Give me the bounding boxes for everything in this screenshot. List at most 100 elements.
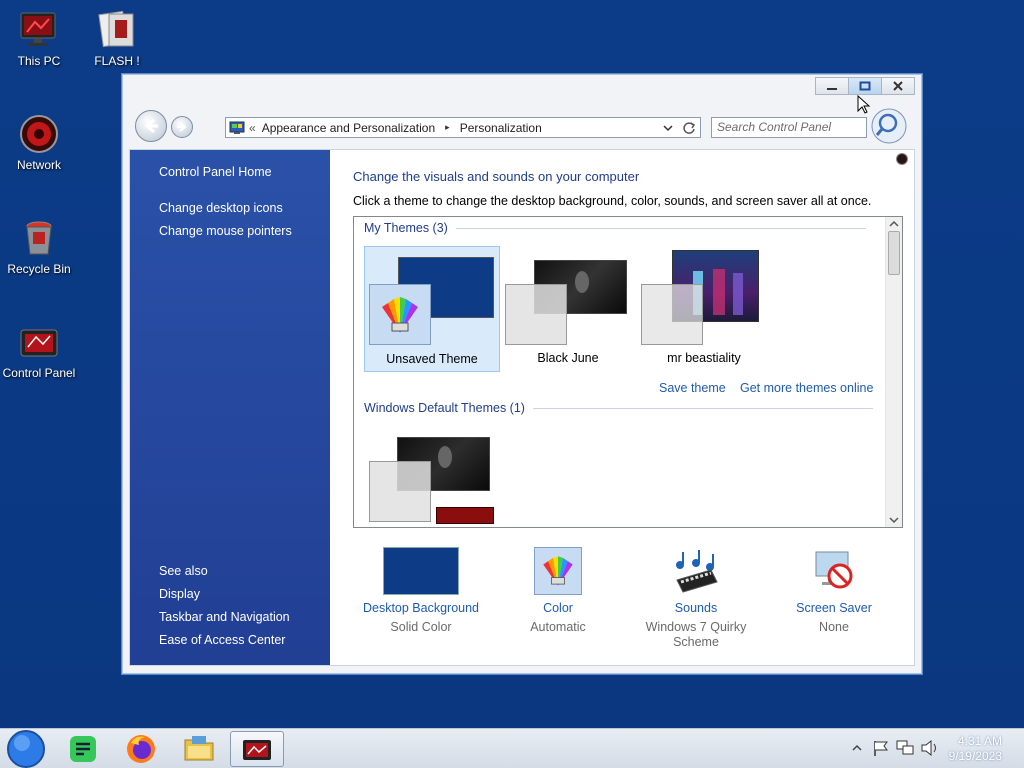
breadcrumb-appearance[interactable]: Appearance and Personalization: [262, 121, 435, 135]
computer-icon: [19, 10, 59, 50]
sidebar-link-change-mouse-pointers[interactable]: Change mouse pointers: [159, 224, 292, 238]
page-title: Change the visuals and sounds on your co…: [353, 169, 640, 184]
breadcrumb-separator[interactable]: ▸: [445, 122, 450, 133]
scroll-up-icon[interactable]: [886, 219, 902, 229]
volume-icon[interactable]: [920, 739, 940, 757]
my-themes-label: My Themes (3): [364, 221, 448, 235]
my-themes-header[interactable]: My Themes (3): [364, 221, 866, 235]
desktop-icon-recycle-bin[interactable]: Recycle Bin: [0, 218, 78, 276]
theme-mr-beastiality[interactable]: mr beastiality: [636, 246, 772, 372]
network-tray-icon[interactable]: [896, 739, 914, 757]
color-link[interactable]: Color: [488, 601, 628, 615]
sidebar-link-display[interactable]: Display: [159, 587, 200, 601]
get-more-themes-link[interactable]: Get more themes online: [740, 381, 873, 395]
desktop-icon-label: This PC: [17, 54, 61, 68]
firefox-icon: [127, 735, 155, 763]
sidebar-link-taskbar-navigation[interactable]: Taskbar and Navigation: [159, 610, 290, 624]
back-arrow-icon: [144, 118, 158, 134]
start-orb-icon: [7, 730, 45, 768]
breadcrumb-personalization[interactable]: Personalization: [460, 121, 542, 135]
help-icon[interactable]: [896, 153, 908, 165]
desktop-icon-control-panel[interactable]: Control Panel: [0, 322, 78, 380]
desktop-icon-this-pc[interactable]: This PC: [0, 10, 78, 68]
themes-scrollbar[interactable]: [885, 217, 902, 527]
sounds-icon: [670, 547, 722, 595]
folder-icon: [184, 736, 214, 761]
color-value: Automatic: [530, 620, 586, 634]
close-button[interactable]: [881, 77, 915, 95]
scroll-down-icon[interactable]: [886, 515, 902, 525]
sounds-item[interactable]: Sounds Windows 7 Quirky Scheme: [626, 547, 766, 650]
sidebar-link-change-desktop-icons[interactable]: Change desktop icons: [159, 201, 283, 215]
back-button[interactable]: [135, 110, 167, 142]
scrollbar-thumb[interactable]: [888, 231, 900, 275]
themes-list: My Themes (3) Unsaved Theme Black June m…: [353, 216, 903, 528]
action-center-flag-icon[interactable]: [872, 739, 890, 757]
search-icon: [871, 108, 907, 144]
color-item[interactable]: Color Automatic: [488, 547, 628, 635]
screen-saver-value: None: [819, 620, 849, 634]
desktop-background-link[interactable]: Desktop Background: [351, 601, 491, 615]
start-button[interactable]: [6, 729, 46, 768]
personalization-window: « Appearance and Personalization ▸ Perso…: [122, 74, 922, 674]
sidebar-link-control-panel-home[interactable]: Control Panel Home: [159, 165, 272, 179]
title-bar[interactable]: [123, 75, 921, 97]
forward-button[interactable]: [171, 116, 193, 138]
control-panel-icon: [19, 322, 59, 362]
maximize-button[interactable]: [848, 77, 882, 95]
refresh-icon[interactable]: [682, 121, 696, 135]
theme-logo-badge: [436, 507, 494, 524]
chevron-down-icon[interactable]: [662, 123, 674, 133]
mouse-cursor-icon: [857, 95, 871, 114]
taskbar-app-firefox[interactable]: [124, 732, 158, 766]
desktop-icon-label: Network: [16, 158, 61, 172]
sidebar: Control Panel Home Change desktop icons …: [130, 150, 330, 665]
save-theme-link[interactable]: Save theme: [659, 381, 726, 395]
search-input[interactable]: Search Control Panel: [711, 117, 867, 138]
show-hidden-icons-icon[interactable]: [852, 743, 862, 753]
taskbar-app-notes[interactable]: [66, 732, 100, 766]
address-bar[interactable]: « Appearance and Personalization ▸ Perso…: [225, 117, 701, 138]
page-description: Click a theme to change the desktop back…: [353, 194, 872, 208]
navigation-bar: « Appearance and Personalization ▸ Perso…: [133, 105, 913, 144]
sounds-value: Windows 7 Quirky Scheme: [645, 620, 747, 649]
color-fan-icon: [534, 547, 582, 595]
desktop-icon-label: Recycle Bin: [7, 262, 71, 276]
system-clock[interactable]: 4:31 AM 9/19/2023: [949, 734, 1002, 764]
forward-arrow-icon: [177, 122, 187, 132]
desktop-icon-label: Control Panel: [2, 366, 76, 380]
theme-black-june[interactable]: Black June: [500, 246, 636, 372]
close-icon: [893, 81, 903, 91]
breadcrumb-overflow[interactable]: «: [249, 121, 256, 135]
group-divider: [532, 407, 873, 409]
theme-name: Black June: [537, 351, 599, 365]
desktop-background-swatch: [383, 547, 459, 595]
theme-name: mr beastiality: [667, 351, 741, 365]
desktop-icon-label: FLASH !: [94, 54, 140, 68]
theme-preview-window: [505, 284, 567, 345]
theme-unsaved[interactable]: Unsaved Theme: [364, 246, 500, 372]
color-fan-icon: [369, 284, 431, 345]
screen-saver-item[interactable]: Screen Saver None: [764, 547, 904, 635]
desktop-icon-flash[interactable]: FLASH !: [78, 10, 156, 68]
notes-app-icon: [70, 736, 96, 762]
default-themes-label: Windows Default Themes (1): [364, 401, 525, 415]
taskbar-app-explorer[interactable]: [182, 732, 216, 766]
content-area: Control Panel Home Change desktop icons …: [129, 149, 915, 666]
default-themes-header[interactable]: Windows Default Themes (1): [364, 401, 873, 415]
recycle-bin-icon: [19, 218, 59, 258]
theme-default[interactable]: [364, 427, 500, 527]
main-panel: Change the visuals and sounds on your co…: [330, 150, 914, 665]
minimize-button[interactable]: [815, 77, 849, 95]
desktop-background-item[interactable]: Desktop Background Solid Color: [351, 547, 491, 635]
taskbar-app-control-panel-active[interactable]: [230, 731, 284, 767]
search-button[interactable]: [871, 108, 907, 144]
theme-preview-window: [641, 284, 703, 345]
screen-saver-link[interactable]: Screen Saver: [764, 601, 904, 615]
desktop-icon-network[interactable]: Network: [0, 114, 78, 172]
sidebar-link-ease-of-access[interactable]: Ease of Access Center: [159, 633, 285, 647]
clock-date: 9/19/2023: [948, 749, 1002, 763]
taskbar: 4:31 AM 9/19/2023: [0, 728, 1024, 768]
sounds-link[interactable]: Sounds: [626, 601, 766, 615]
screen-saver-icon: [808, 547, 860, 595]
